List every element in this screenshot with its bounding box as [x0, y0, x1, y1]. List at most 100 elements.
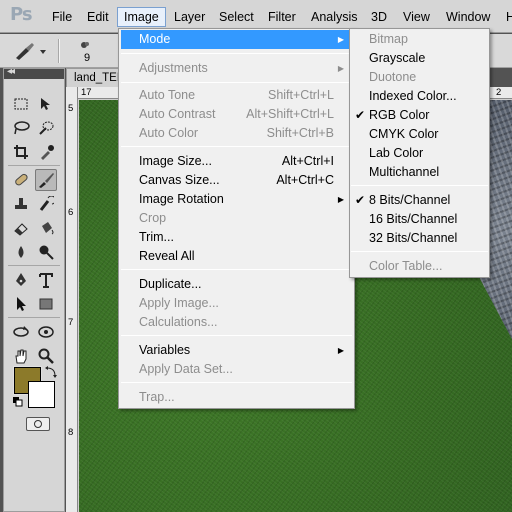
menu-separator — [121, 82, 352, 83]
healing-brush-tool[interactable] — [10, 169, 32, 191]
menu-item-auto-tone[interactable]: Auto Tone Shift+Ctrl+L — [121, 86, 352, 105]
menu-item-label: Apply Data Set... — [139, 362, 233, 376]
crop-icon — [14, 145, 28, 159]
3d-rotate-tool[interactable] — [10, 321, 32, 343]
menu-item-label: 16 Bits/Channel — [369, 212, 458, 226]
menu-item-label: Adjustments — [139, 61, 208, 75]
menu-item-apply-image[interactable]: Apply Image... — [121, 294, 352, 313]
quick-selection-tool[interactable] — [35, 117, 57, 139]
background-color-swatch[interactable] — [28, 381, 55, 408]
eyedropper-tool[interactable] — [35, 141, 57, 163]
gradient-tool[interactable] — [35, 217, 57, 239]
pen-icon — [16, 273, 26, 286]
hand-tool[interactable] — [10, 345, 32, 367]
menu-item-duotone[interactable]: Duotone — [351, 68, 488, 87]
vertical-ruler[interactable]: 5 6 7 8 — [66, 87, 78, 512]
menu-window[interactable]: Window — [440, 7, 496, 27]
menu-item-image-rotation[interactable]: Image Rotation ▶ — [121, 190, 352, 209]
history-brush-tool[interactable] — [35, 193, 57, 215]
menu-file[interactable]: File — [46, 7, 78, 27]
menu-item-calculations[interactable]: Calculations... — [121, 313, 352, 332]
menu-item-bitmap[interactable]: Bitmap — [351, 30, 488, 49]
menu-help[interactable]: H — [500, 7, 512, 27]
3d-orbit-tool[interactable] — [35, 321, 57, 343]
menu-item-shortcut: Shift+Ctrl+L — [267, 88, 334, 102]
quick-selection-icon — [39, 121, 54, 135]
menu-item-lab-color[interactable]: Lab Color — [351, 144, 488, 163]
menu-item-grayscale[interactable]: Grayscale — [351, 49, 488, 68]
menu-item-16-bits[interactable]: 16 Bits/Channel — [351, 210, 488, 229]
quick-mask-button[interactable] — [26, 417, 50, 431]
clone-stamp-tool[interactable] — [10, 193, 32, 215]
menu-item-8-bits[interactable]: ✔ 8 Bits/Channel — [351, 191, 488, 210]
menu-item-label: Bitmap — [369, 32, 408, 46]
stamp-icon — [15, 198, 27, 209]
menu-separator — [351, 251, 488, 252]
menu-item-trim[interactable]: Trim... — [121, 228, 352, 247]
pen-tool[interactable] — [10, 269, 32, 291]
menu-view[interactable]: View — [397, 7, 436, 27]
menu-item-reveal-all[interactable]: Reveal All — [121, 247, 352, 266]
menu-image[interactable]: Image — [117, 7, 166, 27]
crop-tool[interactable] — [10, 141, 32, 163]
menu-item-shortcut: Shift+Ctrl+B — [266, 126, 334, 140]
menu-item-mode[interactable]: Mode ▶ — [121, 30, 352, 49]
menu-item-label: Apply Image... — [139, 296, 219, 310]
menu-layer[interactable]: Layer — [168, 7, 211, 27]
menu-item-trap[interactable]: Trap... — [121, 388, 352, 407]
brush-tool[interactable] — [35, 169, 57, 191]
menu-item-canvas-size[interactable]: Canvas Size... Alt+Ctrl+C — [121, 171, 352, 190]
menu-item-duplicate[interactable]: Duplicate... — [121, 275, 352, 294]
menu-item-image-size[interactable]: Image Size... Alt+Ctrl+I — [121, 152, 352, 171]
zoom-tool[interactable] — [35, 345, 57, 367]
menu-item-color-table[interactable]: Color Table... — [351, 257, 488, 276]
path-selection-tool[interactable] — [10, 293, 32, 315]
menu-item-crop[interactable]: Crop — [121, 209, 352, 228]
menu-select[interactable]: Select — [213, 7, 260, 27]
default-colors-icon[interactable] — [12, 396, 24, 408]
tools-panel: ◂◂ — [3, 66, 65, 512]
water-drop-icon — [18, 246, 24, 258]
menu-item-label: Calculations... — [139, 315, 218, 329]
menu-item-label: Duotone — [369, 70, 417, 84]
menu-item-adjustments[interactable]: Adjustments ▶ — [121, 59, 352, 78]
brush-size-picker[interactable]: 9 — [72, 38, 102, 64]
menu-item-32-bits[interactable]: 32 Bits/Channel — [351, 229, 488, 248]
menu-analysis[interactable]: Analysis — [305, 7, 364, 27]
menu-item-multichannel[interactable]: Multichannel — [351, 163, 488, 182]
bandage-icon — [15, 173, 28, 186]
tools-panel-header[interactable]: ◂◂ — [4, 66, 64, 79]
menu-item-cmyk-color[interactable]: CMYK Color — [351, 125, 488, 144]
menu-item-label: Variables — [139, 343, 191, 357]
eraser-tool[interactable] — [10, 217, 32, 239]
move-tool[interactable] — [35, 93, 57, 115]
lasso-tool[interactable] — [10, 117, 32, 139]
swap-colors-icon[interactable] — [44, 365, 58, 379]
marquee-tool[interactable] — [10, 93, 32, 115]
menu-item-apply-data-set[interactable]: Apply Data Set... — [121, 360, 352, 379]
ruler-label: 6 — [68, 207, 74, 218]
dodge-tool[interactable] — [35, 241, 57, 263]
photoshop-logo: Ps — [10, 4, 33, 25]
blur-tool[interactable] — [10, 241, 32, 263]
tool-preset-picker[interactable] — [12, 40, 50, 62]
menu-item-variables[interactable]: Variables ▶ — [121, 341, 352, 360]
brush-size-value: 9 — [83, 52, 91, 64]
menu-item-rgb-color[interactable]: ✔ RGB Color — [351, 106, 488, 125]
submenu-arrow-icon: ▶ — [337, 346, 344, 355]
collapse-icon[interactable]: ◂◂ — [7, 66, 15, 77]
menu-item-auto-contrast[interactable]: Auto Contrast Alt+Shift+Ctrl+L — [121, 105, 352, 124]
type-tool[interactable] — [35, 269, 57, 291]
menu-item-indexed-color[interactable]: Indexed Color... — [351, 87, 488, 106]
dodge-icon — [39, 245, 54, 260]
menu-filter[interactable]: Filter — [262, 7, 302, 27]
menu-item-shortcut: Alt+Ctrl+C — [276, 173, 334, 187]
menu-item-label: 8 Bits/Channel — [369, 193, 451, 207]
menu-3d[interactable]: 3D — [365, 7, 393, 27]
rectangle-icon — [39, 298, 53, 310]
menu-edit[interactable]: Edit — [81, 7, 115, 27]
rect-marquee-icon — [14, 98, 28, 110]
menu-separator — [121, 382, 352, 383]
shape-tool[interactable] — [35, 293, 57, 315]
menu-item-auto-color[interactable]: Auto Color Shift+Ctrl+B — [121, 124, 352, 143]
